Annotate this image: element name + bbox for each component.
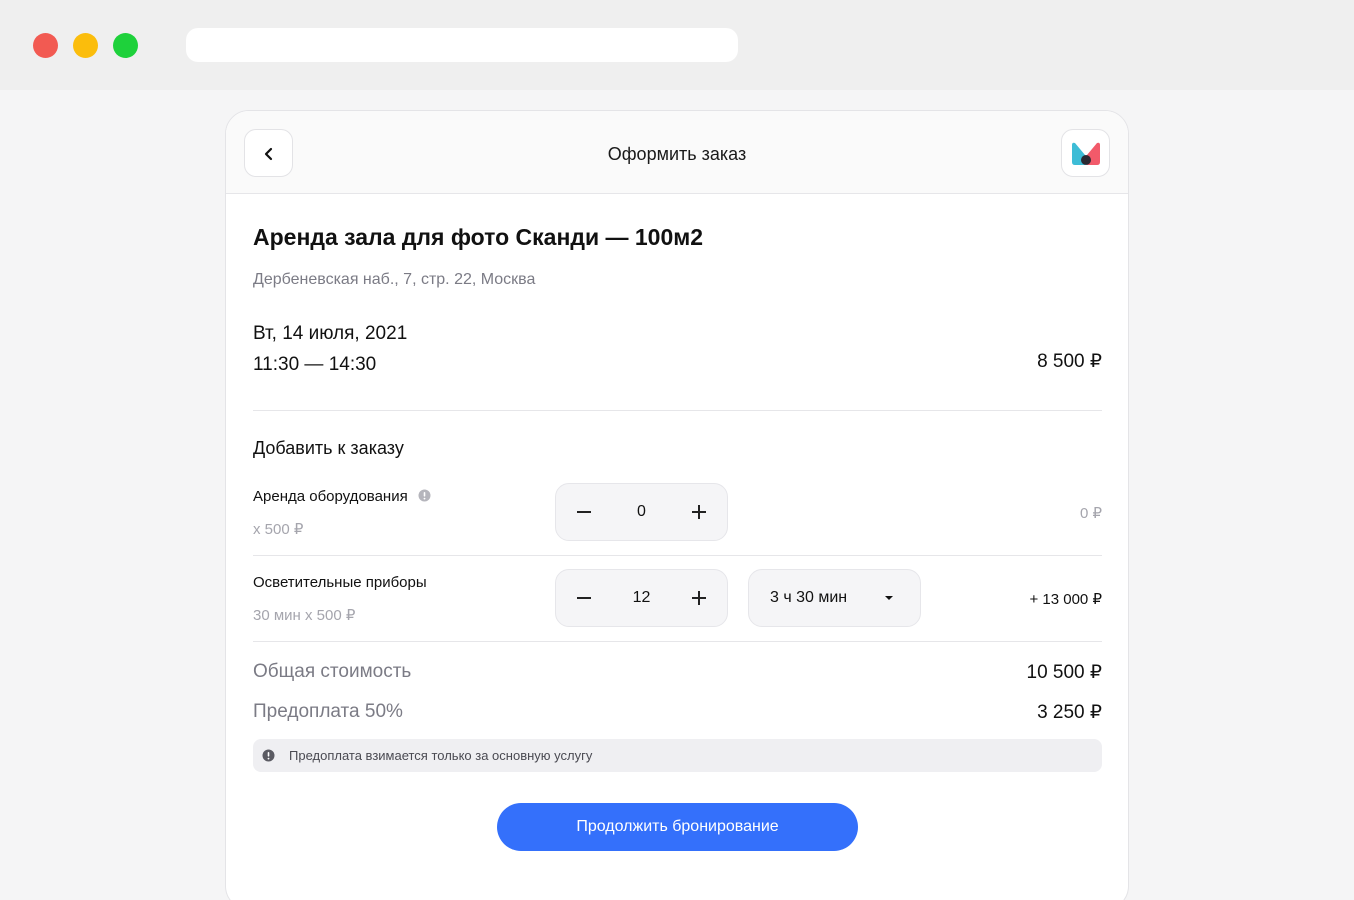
extra-item-label: Осветительные приборы <box>253 574 427 591</box>
extra-item-sub: 30 мин x 500 ₽ <box>253 607 356 624</box>
quantity-value: 0 <box>637 503 646 520</box>
divider <box>253 410 1102 411</box>
extra-item-sub: x 500 ₽ <box>253 521 304 538</box>
extras-title: Добавить к заказу <box>253 438 404 458</box>
extra-item-price: 0 ₽ <box>1079 505 1102 522</box>
caret-down-icon <box>885 596 893 600</box>
notice-text: Предоплата взимается только за основную … <box>289 748 593 763</box>
total-label: Общая стоимость <box>253 661 412 682</box>
order-panel: Оформить заказ Аренда зала для фото Скан… <box>225 110 1129 900</box>
quantity-stepper: 0 <box>555 483 728 541</box>
window-close-button[interactable] <box>33 33 58 58</box>
info-icon <box>262 749 275 762</box>
booking-title: Аренда зала для фото Сканди — 100м2 <box>253 224 704 250</box>
booking-date: Вт, 14 июля, 2021 <box>253 323 408 344</box>
prepay-notice: Предоплата взимается только за основную … <box>253 739 1102 772</box>
total-value: 10 500 ₽ <box>1026 662 1102 683</box>
panel-header: Оформить заказ <box>226 111 1128 194</box>
extra-item-label-text: Аренда оборудования <box>253 488 408 505</box>
booking-address: Дербеневская наб., 7, стр. 22, Москва <box>253 271 536 288</box>
brand-logo-button[interactable] <box>1061 129 1110 177</box>
brand-logo-icon <box>1072 142 1100 165</box>
quantity-value: 12 <box>632 589 651 606</box>
decrement-button[interactable] <box>556 484 612 540</box>
address-bar[interactable] <box>186 28 738 62</box>
booking-time: 11:30 — 14:30 <box>253 354 377 375</box>
window-maximize-button[interactable] <box>113 33 138 58</box>
prepay-value: 3 250 ₽ <box>1037 702 1102 723</box>
decrement-button[interactable] <box>556 570 612 626</box>
duration-value: 3 ч 30 мин <box>770 589 848 606</box>
increment-button[interactable] <box>671 570 727 626</box>
extra-item-label: Аренда оборудования <box>253 488 431 505</box>
duration-select[interactable]: 3 ч 30 мин <box>748 569 921 627</box>
window-minimize-button[interactable] <box>73 33 98 58</box>
continue-booking-button[interactable]: Продолжить бронирование <box>497 803 858 851</box>
page-title: Оформить заказ <box>607 144 747 164</box>
prepay-label: Предоплата 50% <box>253 701 403 722</box>
divider <box>253 641 1102 642</box>
divider <box>253 555 1102 556</box>
browser-toolbar <box>0 0 1354 90</box>
increment-button[interactable] <box>671 484 727 540</box>
booking-price: 8 500 ₽ <box>1037 351 1102 372</box>
info-icon[interactable] <box>418 489 431 502</box>
quantity-stepper: 12 <box>555 569 728 627</box>
extra-item-price: + 13 000 ₽ <box>1029 591 1102 608</box>
